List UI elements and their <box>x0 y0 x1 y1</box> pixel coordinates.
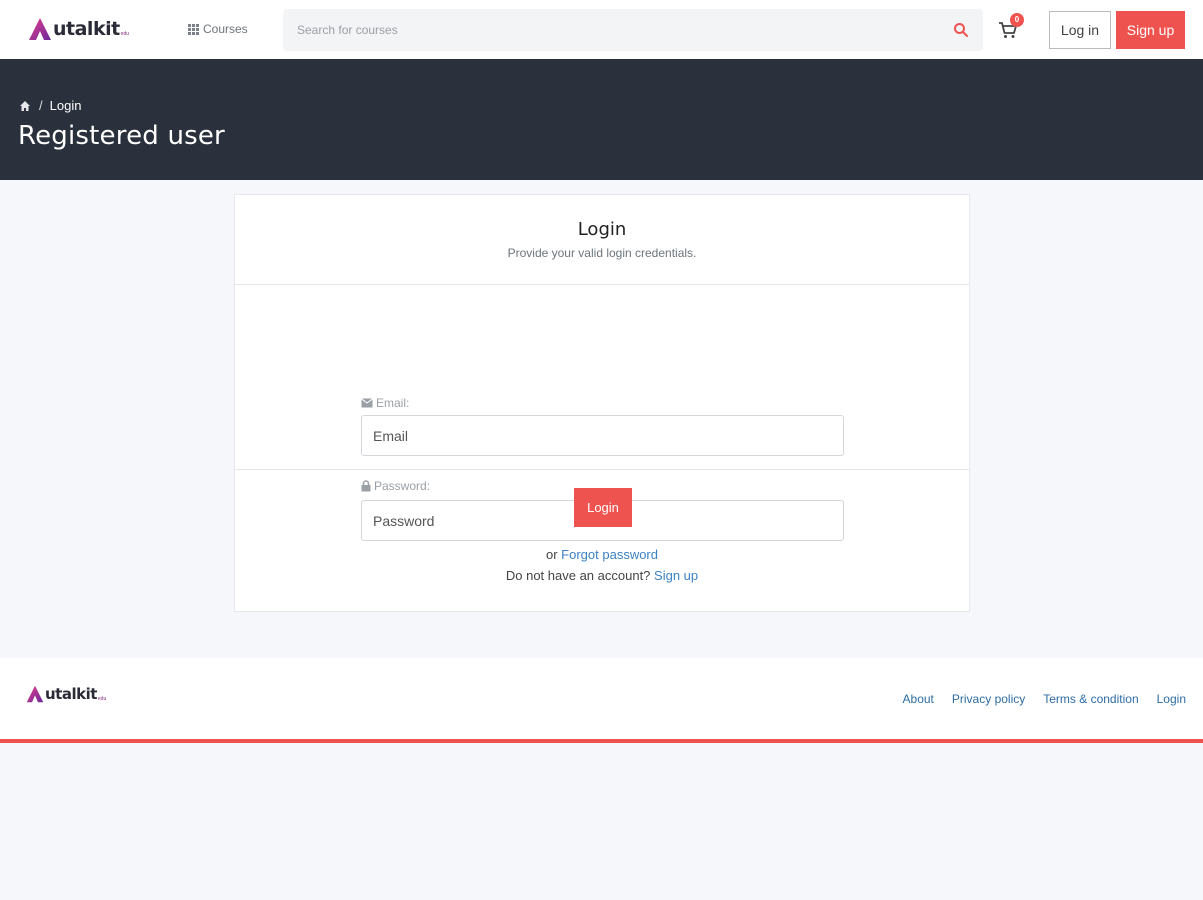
login-submit-button[interactable]: Login <box>574 488 632 527</box>
footer-link-terms[interactable]: Terms & condition <box>1043 692 1138 706</box>
home-icon[interactable] <box>19 100 31 112</box>
forgot-password-link[interactable]: Forgot password <box>561 547 658 562</box>
page-footer: utalkit edu About Privacy policy Terms &… <box>0 658 1203 740</box>
email-field[interactable] <box>361 415 844 456</box>
footer-brand-name: utalkit <box>45 685 97 703</box>
login-title: Login <box>577 219 627 240</box>
logo-mark-icon <box>29 18 51 40</box>
or-text: or <box>545 547 558 562</box>
login-card: Login Provide your valid login credentia… <box>234 194 970 612</box>
email-label-row: Email: <box>361 396 409 410</box>
logo-mark-icon <box>26 685 44 703</box>
footer-link-login[interactable]: Login <box>1157 692 1186 706</box>
email-label: Email: <box>376 396 410 410</box>
search-bar <box>283 9 983 51</box>
signup-prompt-line: Do not have an account? Sign up <box>235 568 969 583</box>
footer-link-about[interactable]: About <box>903 692 934 706</box>
footer-brand-tagline: edu <box>97 696 107 702</box>
login-card-header: Login Provide your valid login credentia… <box>235 195 969 285</box>
footer-logo[interactable]: utalkit edu <box>26 684 106 704</box>
footer-nav: About Privacy policy Terms & condition L… <box>903 692 1186 706</box>
page-banner: / Login Registered user <box>0 59 1203 180</box>
signup-link[interactable]: Sign up <box>654 568 698 583</box>
courses-menu[interactable]: Courses <box>188 22 248 36</box>
breadcrumb: / Login <box>19 98 81 113</box>
footer-link-privacy[interactable]: Privacy policy <box>952 692 1025 706</box>
brand-name: utalkit <box>53 18 120 40</box>
search-icon[interactable] <box>953 22 969 38</box>
breadcrumb-current: Login <box>49 98 82 113</box>
login-form: Email: Password: <box>235 285 969 541</box>
cart-count-badge: 0 <box>1010 13 1024 27</box>
brand-logo[interactable]: utalkit edu <box>28 14 129 44</box>
breadcrumb-separator: / <box>39 98 43 113</box>
search-input[interactable] <box>297 23 953 37</box>
no-account-text: Do not have an account? <box>505 568 651 583</box>
envelope-icon <box>361 398 373 408</box>
login-subtitle: Provide your valid login credentials. <box>507 246 697 260</box>
footer-accent-line <box>0 739 1203 743</box>
signup-button[interactable]: Sign up <box>1116 11 1185 49</box>
login-card-footer: Login or Forgot password Do not have an … <box>235 470 969 611</box>
brand-tagline: edu <box>120 31 130 37</box>
login-button[interactable]: Log in <box>1049 11 1111 49</box>
courses-label: Courses <box>203 22 248 36</box>
forgot-password-line: or Forgot password <box>235 547 969 562</box>
top-navbar: utalkit edu Courses 0 Log in Sign up <box>0 0 1203 59</box>
grid-icon <box>188 23 199 35</box>
page-title: Registered user <box>18 121 225 151</box>
